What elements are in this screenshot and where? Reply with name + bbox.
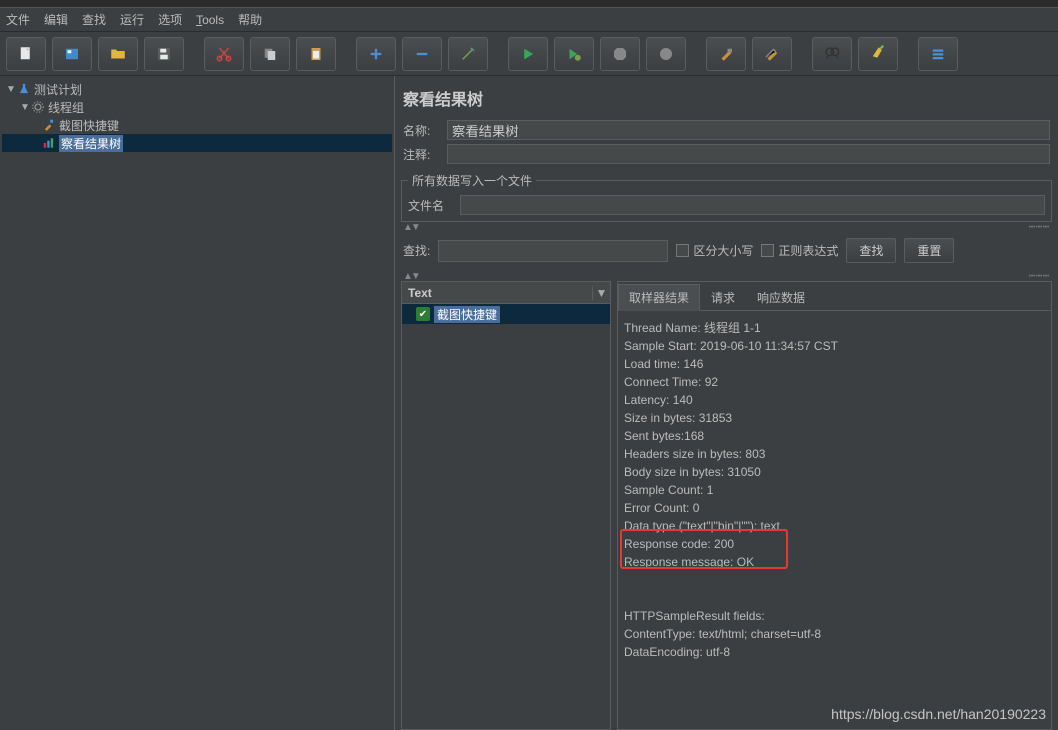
detail-line: Latency: 140	[624, 391, 1045, 409]
watermark: https://blog.csdn.net/han20190223	[831, 706, 1046, 722]
case-sensitive-checkbox[interactable]: 区分大小写	[676, 242, 753, 259]
results-list: Text ▼ ✔ 截图快捷键	[401, 281, 611, 730]
toolbar	[0, 32, 1058, 76]
filename-label: 文件名	[408, 197, 456, 214]
chk-label: 正则表达式	[778, 242, 838, 259]
search-input[interactable]	[438, 240, 668, 262]
paste-button[interactable]	[296, 37, 336, 71]
name-label: 名称:	[403, 122, 443, 139]
open-button[interactable]	[98, 37, 138, 71]
menu-bar: 文件 编辑 查找 运行 选项 Tools 帮助	[0, 8, 1058, 32]
tab-request[interactable]: 请求	[700, 284, 746, 310]
detail-line: Body size in bytes: 31050	[624, 463, 1045, 481]
detail-line: HTTPSampleResult fields:	[624, 607, 1045, 625]
filename-input[interactable]	[460, 195, 1045, 215]
results-dropdown[interactable]: ▼	[592, 286, 610, 300]
tree-label: 线程组	[48, 99, 84, 116]
comment-input[interactable]	[447, 144, 1050, 164]
detail-line: Headers size in bytes: 803	[624, 445, 1045, 463]
detail-line: Sent bytes:168	[624, 427, 1045, 445]
new-button[interactable]	[6, 37, 46, 71]
search-label: 查找:	[403, 242, 430, 259]
copy-button[interactable]	[250, 37, 290, 71]
run-nogui-button[interactable]	[554, 37, 594, 71]
horizontal-splitter[interactable]: ▲▼┉┉┉	[395, 222, 1058, 232]
detail-line	[624, 589, 1045, 607]
write-file-legend: 所有数据写入一个文件	[408, 172, 536, 189]
remove-button[interactable]	[402, 37, 442, 71]
detail-line: DataEncoding: utf-8	[624, 643, 1045, 661]
detail-line: Load time: 146	[624, 355, 1045, 373]
detail-line: Connect Time: 92	[624, 373, 1045, 391]
search-button[interactable]: 查找	[846, 238, 896, 263]
detail-line: Size in bytes: 31853	[624, 409, 1045, 427]
detail-panel: 察看结果树 名称: 注释: 所有数据写入一个文件 文件名 ▲▼┉┉┉ 查找: 区…	[395, 76, 1058, 730]
detail-line: Data type ("text"|"bin"|""): text	[624, 517, 1045, 535]
title-bar	[0, 0, 1058, 8]
clear-button[interactable]	[706, 37, 746, 71]
tab-sampler-result[interactable]: 取样器结果	[618, 284, 700, 311]
fn-button[interactable]	[918, 37, 958, 71]
menu-options[interactable]: 选项	[158, 11, 182, 28]
tree-thread-group[interactable]: ▼ 线程组	[2, 98, 392, 116]
write-file-fieldset: 所有数据写入一个文件 文件名	[401, 172, 1052, 222]
tree-screenshot-sampler[interactable]: 截图快捷键	[2, 116, 392, 134]
reset-button[interactable]: 重置	[904, 238, 954, 263]
tree-test-plan[interactable]: ▼ 测试计划	[2, 80, 392, 98]
run-button[interactable]	[508, 37, 548, 71]
detail-line: Thread Name: 线程组 1-1	[624, 319, 1045, 337]
tree-panel: ▼ 测试计划 ▼ 线程组 截图快捷键 察看结果树 ⁞⁞	[0, 76, 395, 730]
menu-search[interactable]: 查找	[82, 11, 106, 28]
menu-file[interactable]: 文件	[6, 11, 30, 28]
name-input[interactable]	[447, 120, 1050, 140]
detail-line: Response code: 200	[624, 535, 1045, 553]
add-button[interactable]	[356, 37, 396, 71]
horizontal-splitter-2[interactable]: ▲▼┉┉┉	[395, 271, 1058, 281]
detail-line: Error Count: 0	[624, 499, 1045, 517]
templates-button[interactable]	[52, 37, 92, 71]
tree-label: 截图快捷键	[59, 117, 119, 134]
menu-help[interactable]: 帮助	[238, 11, 262, 28]
detail-line: ContentType: text/html; charset=utf-8	[624, 625, 1045, 643]
results-icon	[42, 136, 56, 150]
chk-label: 区分大小写	[693, 242, 753, 259]
expand-icon[interactable]: ▼	[20, 102, 28, 113]
detail-text[interactable]: Thread Name: 线程组 1-1 Sample Start: 2019-…	[618, 311, 1051, 729]
menu-run[interactable]: 运行	[120, 11, 144, 28]
tree-label: 测试计划	[34, 81, 82, 98]
wand-button[interactable]	[448, 37, 488, 71]
cut-button[interactable]	[204, 37, 244, 71]
expand-icon[interactable]: ▼	[6, 84, 14, 95]
tab-response-data[interactable]: 响应数据	[746, 284, 816, 310]
result-detail: 取样器结果 请求 响应数据 Thread Name: 线程组 1-1 Sampl…	[617, 281, 1052, 730]
save-button[interactable]	[144, 37, 184, 71]
comment-label: 注释:	[403, 146, 443, 163]
detail-line	[624, 571, 1045, 589]
gear-icon	[31, 100, 45, 114]
menu-edit[interactable]: 编辑	[44, 11, 68, 28]
detail-line: Sample Count: 1	[624, 481, 1045, 499]
pipette-icon	[42, 118, 56, 132]
detail-line: Response message: OK	[624, 553, 1045, 571]
stop-button[interactable]	[600, 37, 640, 71]
shutdown-button[interactable]	[646, 37, 686, 71]
results-column-text[interactable]: Text	[402, 286, 592, 300]
menu-tools[interactable]: Tools	[196, 13, 224, 27]
result-label: 截图快捷键	[434, 306, 500, 323]
tree-label: 察看结果树	[59, 135, 123, 152]
broom-button[interactable]	[858, 37, 898, 71]
regex-checkbox[interactable]: 正则表达式	[761, 242, 838, 259]
flask-icon	[17, 82, 31, 96]
result-row[interactable]: ✔ 截图快捷键	[402, 304, 610, 324]
search-button[interactable]	[812, 37, 852, 71]
tree-view-results[interactable]: 察看结果树	[2, 134, 392, 152]
success-icon: ✔	[416, 307, 430, 321]
panel-title: 察看结果树	[395, 76, 1058, 118]
detail-line: Sample Start: 2019-06-10 11:34:57 CST	[624, 337, 1045, 355]
clear-all-button[interactable]	[752, 37, 792, 71]
